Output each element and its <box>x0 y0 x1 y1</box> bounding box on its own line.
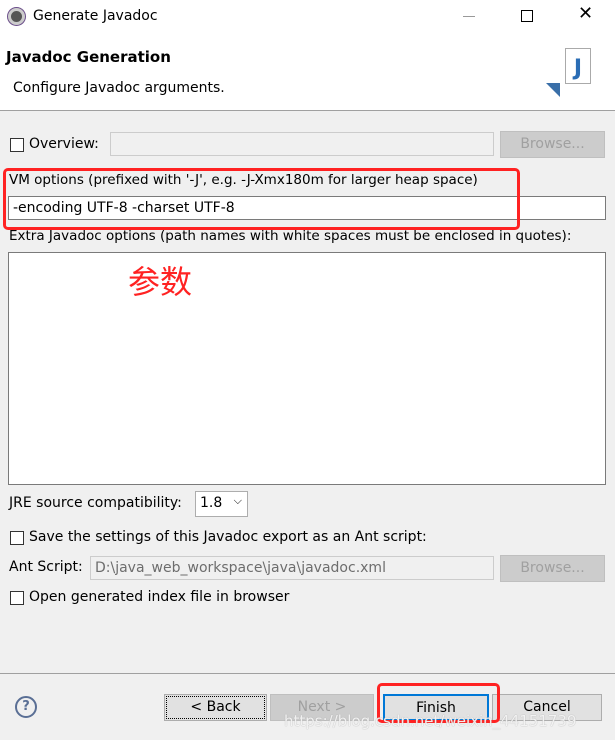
chevron-down-icon: ⌵ <box>233 494 242 507</box>
page-title: Javadoc Generation <box>6 48 171 66</box>
overview-browse-button[interactable]: Browse... <box>500 131 605 158</box>
extra-options-label: Extra Javadoc options (path names with w… <box>9 228 572 244</box>
footer-divider <box>0 673 615 674</box>
maximize-button[interactable] <box>521 10 533 22</box>
save-ant-checkbox[interactable] <box>10 531 24 545</box>
minimize-button[interactable] <box>463 16 475 17</box>
eclipse-gear-icon <box>8 8 25 25</box>
wizard-header: Javadoc Generation Configure Javadoc arg… <box>0 33 615 111</box>
save-ant-label: Save the settings of this Javadoc export… <box>29 529 427 545</box>
title-bar: Generate Javadoc ✕ <box>0 0 615 33</box>
wizard-arrow-icon <box>546 83 560 97</box>
jre-label: JRE source compatibility: <box>9 495 182 511</box>
open-index-checkbox[interactable] <box>10 591 24 605</box>
javadoc-icon: J <box>565 48 591 84</box>
watermark: https://blog.csdn.net/weixin_44151739 <box>284 712 577 730</box>
extra-options-textarea[interactable] <box>8 252 606 485</box>
annotation-text: 参数 <box>128 263 193 301</box>
page-subtitle: Configure Javadoc arguments. <box>13 80 225 96</box>
jre-select-value: 1.8 <box>200 495 223 511</box>
open-index-label: Open generated index file in browser <box>29 589 290 605</box>
overview-input[interactable] <box>110 132 494 156</box>
close-button[interactable]: ✕ <box>578 3 593 24</box>
ant-script-label: Ant Script: <box>9 559 83 575</box>
back-button[interactable]: < Back <box>164 694 267 721</box>
ant-script-input[interactable]: D:\java_web_workspace\java\javadoc.xml <box>90 556 494 580</box>
help-icon[interactable]: ? <box>15 696 37 718</box>
highlight-box <box>3 168 520 230</box>
ant-browse-button[interactable]: Browse... <box>500 555 605 582</box>
overview-checkbox[interactable] <box>10 138 24 152</box>
overview-label: Overview: <box>29 136 99 152</box>
window-title: Generate Javadoc <box>33 8 158 24</box>
jre-select[interactable]: 1.8 ⌵ <box>195 491 248 517</box>
